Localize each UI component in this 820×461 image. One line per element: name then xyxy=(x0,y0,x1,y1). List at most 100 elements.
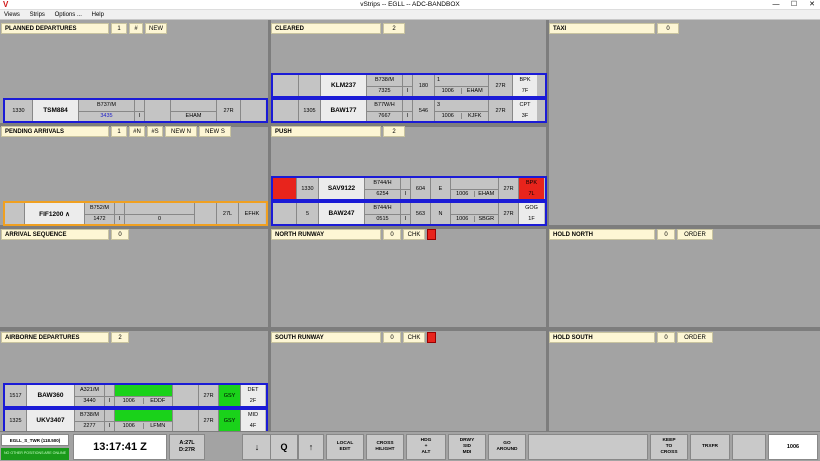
new-south-button[interactable]: NEW S xyxy=(199,126,231,137)
strip-alert[interactable] xyxy=(273,178,297,199)
strip-route-block: 1006 EHAM xyxy=(451,178,499,199)
hash-button[interactable]: # xyxy=(129,23,143,34)
local-edit-button[interactable]: LOCAL EDIT xyxy=(326,434,364,460)
order-button[interactable]: ORDER xyxy=(677,332,713,343)
strip-i: I xyxy=(403,110,412,122)
strip-callsign[interactable]: UKV3407 xyxy=(27,410,75,431)
strip-callsign[interactable]: FIF1200 ∧ xyxy=(25,203,85,224)
strip-stand-sub: 2F xyxy=(249,397,257,404)
drwy-sid-mdi-button[interactable]: DRWY SID MDI xyxy=(448,434,486,460)
toolbar-spacer xyxy=(732,434,766,460)
go-label-2: AROUND xyxy=(496,447,518,452)
flight-strip-ukv3407[interactable]: 1325 UKV3407 B738/M 2277 I 1006 LFMN 27R… xyxy=(3,408,268,433)
strip-stand-block[interactable]: BPK 7F xyxy=(513,75,537,96)
position-name[interactable]: EGLL_S_TWR (118.500) xyxy=(1,434,69,446)
bay-title: PLANNED DEPARTURES xyxy=(1,23,109,34)
strip-stand-block[interactable]: GOG 1F xyxy=(519,203,544,224)
strip-type-block: B77W/H 7667 xyxy=(367,100,403,121)
minimize-button[interactable]: — xyxy=(766,0,786,10)
drwy-label-3: MDI xyxy=(462,450,472,455)
new-strip-button[interactable]: NEW xyxy=(145,23,167,34)
strip-runway[interactable]: 27R xyxy=(499,203,519,224)
strip-runway[interactable]: 27R xyxy=(499,178,519,199)
bay-title: PUSH xyxy=(271,126,381,137)
strip-stand-block[interactable]: CPT 3F xyxy=(513,100,537,121)
keep-to-cross-button[interactable]: KEEP TO CROSS xyxy=(650,434,688,460)
close-button[interactable]: ✕ xyxy=(802,0,820,10)
strip-runway[interactable]: 27R xyxy=(489,100,513,121)
runway-config[interactable]: A:27L D:27R xyxy=(169,434,205,460)
strip-sid[interactable]: GSY xyxy=(219,385,241,406)
flight-strip-baw360[interactable]: 1517 BAW360 A321/M 3440 I 1006 EDDF 27R … xyxy=(3,383,268,408)
strip-i: I xyxy=(115,213,124,225)
bay-title: HOLD NORTH xyxy=(549,229,655,240)
strip-route-block: 1006 EDDF xyxy=(115,385,173,406)
transfer-button[interactable]: TRXFR xyxy=(690,434,730,460)
strip-dest: EHAM xyxy=(171,110,216,122)
strip-callsign[interactable]: BAW247 xyxy=(319,203,365,224)
strip-runway[interactable]: 27R xyxy=(199,410,219,431)
strip-stand[interactable] xyxy=(241,100,265,121)
hdg-alt-button[interactable]: HDG + ALT xyxy=(406,434,446,460)
strip-stand-block[interactable]: MID 4F xyxy=(241,410,265,431)
check-button[interactable]: CHK xyxy=(403,229,425,240)
hash-south-button[interactable]: #S xyxy=(147,126,163,137)
strip-callsign[interactable]: KLM237 xyxy=(321,75,367,96)
order-button[interactable]: ORDER xyxy=(677,229,713,240)
strip-qnh: 1006 xyxy=(451,216,475,223)
strip-direction: N xyxy=(431,203,451,224)
strip-type-block: B738/M 7325 xyxy=(367,75,403,96)
menu-strips[interactable]: Strips xyxy=(26,10,49,20)
runway-alert-indicator[interactable] xyxy=(427,229,436,240)
strip-runway[interactable]: 27L xyxy=(217,203,239,224)
flight-strip-tsm884[interactable]: 1330 TSM884 B737/M 3435 I EHAM 27R xyxy=(3,98,268,123)
strip-runway[interactable]: 27R xyxy=(217,100,241,121)
strip-i: I xyxy=(401,188,410,200)
strip-route-block: 1 1006 EHAM xyxy=(435,75,489,96)
scroll-up-button[interactable]: ↑ xyxy=(298,434,324,460)
flight-strip-klm237[interactable]: KLM237 B738/M 7325 I 180 1 1006 EHAM 27R… xyxy=(271,73,547,98)
scroll-down-button[interactable]: ↓ xyxy=(242,434,272,460)
strip-route-block: 1006 LFMN xyxy=(115,410,173,431)
strip-route-bottom: 1006 LFMN xyxy=(115,420,172,432)
bay-count: 0 xyxy=(657,229,675,240)
flight-strip-fif1200[interactable]: FIF1200 ∧ B752/M 1472 I 0 27L EFHK xyxy=(3,201,268,226)
strip-blank xyxy=(299,75,321,96)
new-north-button[interactable]: NEW N xyxy=(165,126,197,137)
bay-header-push: PUSH 2 xyxy=(271,125,405,138)
hdg-label-3: ALT xyxy=(421,450,431,455)
hash-north-button[interactable]: #N xyxy=(129,126,145,137)
strip-sid[interactable]: GSY xyxy=(219,410,241,431)
strip-stand-block[interactable]: BPK 7L xyxy=(519,178,544,199)
menu-options[interactable]: Options ... xyxy=(51,10,86,20)
strip-callsign[interactable]: SAV9122 xyxy=(319,178,365,199)
flight-strip-sav9122[interactable]: 1330 SAV9122 B744/H 6254 I 604 E 1006 EH… xyxy=(271,176,547,201)
strip-i-block: I xyxy=(403,75,413,96)
keep-label-3: CROSS xyxy=(660,450,678,455)
runway-alert-indicator[interactable] xyxy=(427,332,436,343)
strip-callsign[interactable]: BAW360 xyxy=(27,385,75,406)
strip-qnh: 1006 xyxy=(451,191,475,198)
bay-header-taxi: TAXI 0 xyxy=(549,22,679,35)
strip-type-block: B737/M 3435 xyxy=(79,100,135,121)
bay-title: SOUTH RUNWAY xyxy=(271,332,381,343)
strip-runway[interactable]: 27R xyxy=(489,75,513,96)
queue-button[interactable]: Q xyxy=(270,434,298,460)
strip-callsign[interactable]: TSM884 xyxy=(33,100,79,121)
flight-strip-baw247[interactable]: 5 BAW247 B744/H 0515 I 563 N 1006 SBGR 2… xyxy=(271,201,547,226)
strip-runway[interactable]: 27R xyxy=(199,385,219,406)
strip-i-block: I xyxy=(403,100,413,121)
menu-help[interactable]: Help xyxy=(88,10,108,20)
flight-strip-baw177[interactable]: 1305 BAW177 B77W/H 7667 I 546 3 1006 KJF… xyxy=(271,98,547,123)
strip-level: 563 xyxy=(411,203,431,224)
strip-callsign[interactable]: BAW177 xyxy=(321,100,367,121)
strip-stand-block[interactable]: DET 2F xyxy=(241,385,265,406)
go-around-button[interactable]: GO AROUND xyxy=(488,434,526,460)
menu-views[interactable]: Views xyxy=(0,10,24,20)
cross-highlight-button[interactable]: CROSS HILIGHT xyxy=(366,434,404,460)
strip-stand: BPK xyxy=(519,77,531,84)
strip-stand: DET xyxy=(247,387,259,394)
strip-time: 1330 xyxy=(5,100,33,121)
check-button[interactable]: CHK xyxy=(403,332,425,343)
maximize-button[interactable]: ☐ xyxy=(784,0,804,10)
